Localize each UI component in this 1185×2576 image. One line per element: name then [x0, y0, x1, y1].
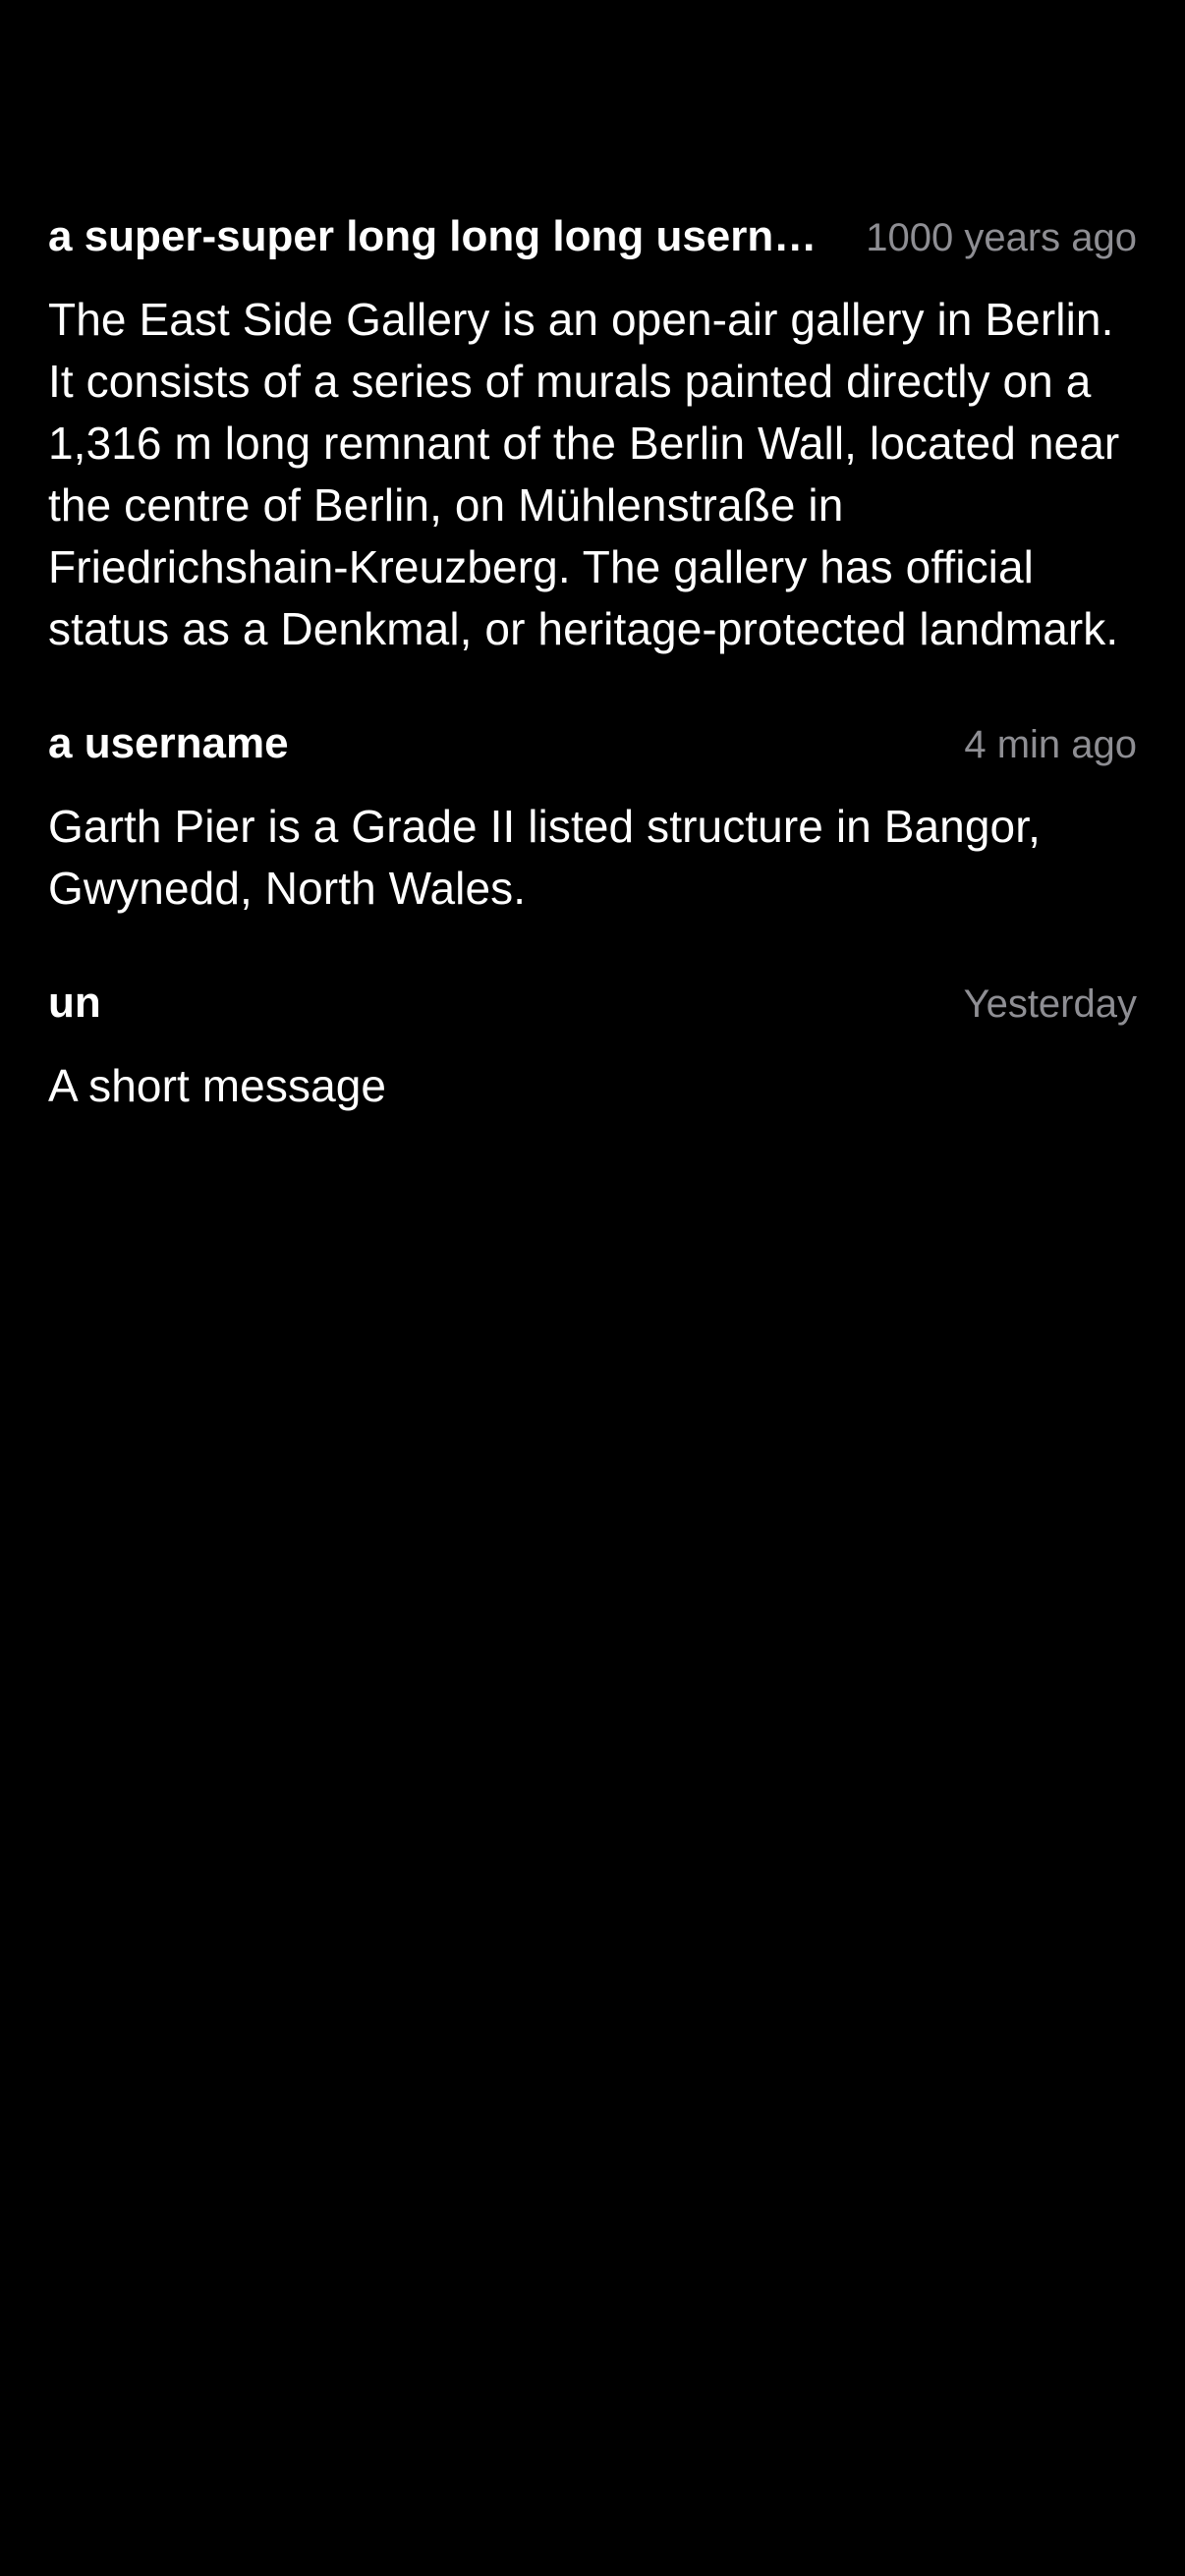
message-body: A short message: [48, 1060, 387, 1111]
message-timestamp: 4 min ago: [964, 723, 1137, 766]
message-item[interactable]: un Yesterday A short message: [48, 979, 1137, 1117]
message-item[interactable]: a super-super long long long username th…: [48, 212, 1137, 660]
message-item[interactable]: a username 4 min ago Garth Pier is a Gra…: [48, 719, 1137, 920]
message-username: un: [48, 979, 101, 1027]
message-header: a super-super long long long username th…: [48, 212, 1137, 275]
message-header: un Yesterday: [48, 979, 1137, 1041]
message-timestamp: 1000 years ago: [866, 216, 1137, 259]
message-header: a username 4 min ago: [48, 719, 1137, 782]
message-timestamp: Yesterday: [963, 982, 1137, 1026]
message-username: a username: [48, 719, 289, 767]
message-body: Garth Pier is a Grade II listed structur…: [48, 801, 1041, 914]
message-body: The East Side Gallery is an open-air gal…: [48, 294, 1120, 654]
message-list: a super-super long long long username th…: [48, 212, 1137, 1176]
message-username: a super-super long long long username th…: [48, 212, 866, 260]
